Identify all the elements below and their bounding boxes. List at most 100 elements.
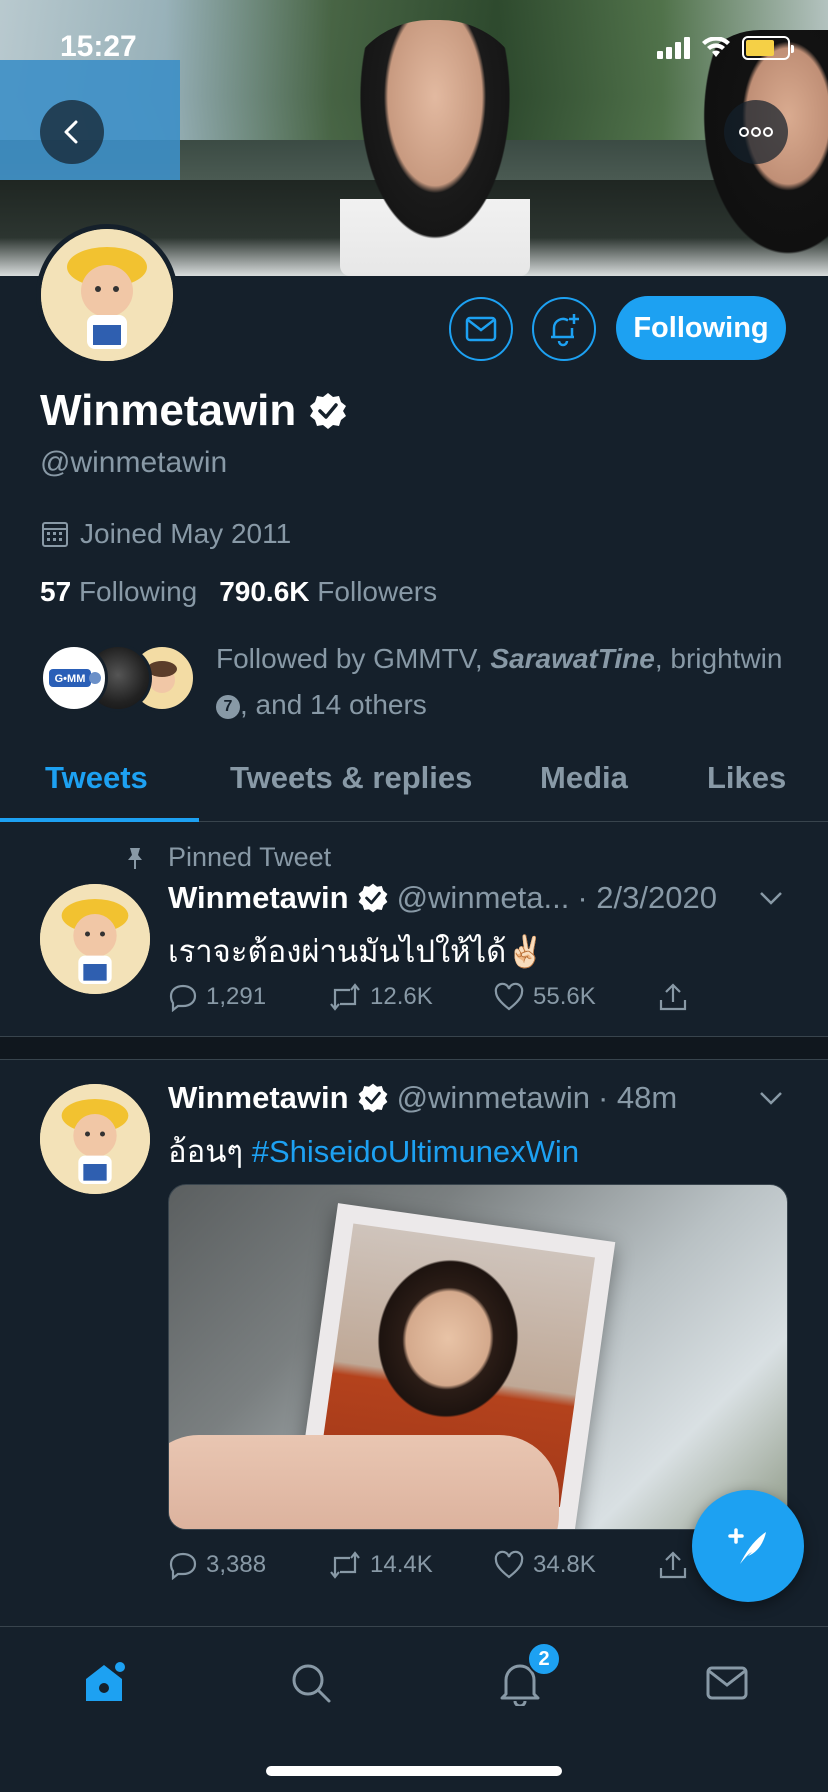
followed-by-prefix: Followed by GMMTV,	[216, 643, 491, 674]
compose-tweet-button[interactable]	[692, 1490, 804, 1602]
battery-icon	[742, 36, 794, 60]
tweet-text-body: อ้อนๆ	[168, 1134, 252, 1169]
tab-likes[interactable]: Likes	[707, 760, 786, 796]
retweet-icon	[330, 983, 360, 1011]
reply-count: 3,388	[206, 1551, 267, 1578]
pinned-text: Pinned Tweet	[168, 842, 332, 872]
verified-icon	[310, 393, 347, 429]
message-button[interactable]	[449, 297, 513, 361]
tweet-timestamp: · 48m	[598, 1080, 678, 1115]
tweet-header: Winmetawin @winmeta... · 2/3/2020	[168, 880, 788, 916]
search-icon	[292, 1664, 331, 1703]
followed-by-badge: 7	[216, 694, 240, 719]
status-icons	[657, 36, 794, 60]
notify-button[interactable]	[532, 297, 596, 361]
mail-icon	[706, 1666, 748, 1700]
pinned-tweet-label: Pinned Tweet	[122, 842, 331, 873]
signal-icon	[657, 37, 690, 59]
like-count: 34.8K	[533, 1551, 596, 1578]
profile-avatar[interactable]	[36, 224, 178, 366]
tweet-separator	[0, 1036, 828, 1060]
verified-icon	[358, 883, 387, 913]
mail-icon	[465, 316, 497, 342]
more-options-button[interactable]	[724, 100, 788, 164]
tweet-author-name[interactable]: Winmetawin	[168, 1080, 349, 1116]
follow-counts: 57 Following 790.6K Followers	[40, 576, 437, 608]
chevron-left-icon	[64, 120, 78, 144]
followers-label: Followers	[317, 576, 438, 607]
tab-tweets-replies[interactable]: Tweets & replies	[230, 760, 472, 796]
retweet-button[interactable]: 14.4K	[328, 1550, 433, 1580]
calendar-icon	[42, 522, 68, 547]
reply-icon	[169, 984, 197, 1012]
pin-icon	[128, 847, 142, 869]
follower-avatar-gmmtv: G•MM	[40, 644, 108, 712]
heart-icon	[494, 982, 524, 1011]
profile-handle: @winmetawin	[40, 446, 228, 479]
reply-button[interactable]: 3,388	[168, 1550, 266, 1580]
tweet-hashtag[interactable]: #ShiseidoUltimunexWin	[252, 1134, 579, 1169]
verified-icon	[358, 1083, 387, 1113]
followed-by-mid: , brightwin	[654, 643, 783, 674]
joined-date: Joined May 2011	[80, 518, 292, 549]
avatar-image	[41, 229, 173, 361]
profile-name-row: Winmetawin	[40, 386, 348, 436]
compose-feather-icon	[728, 1528, 766, 1564]
followed-by-text[interactable]: Followed by GMMTV, SarawatTine, brightwi…	[216, 636, 796, 728]
reply-icon	[169, 1552, 197, 1580]
wifi-icon	[702, 37, 730, 57]
retweet-count: 12.6K	[370, 983, 433, 1010]
notification-badge: 2	[527, 1642, 561, 1676]
tweet-text: อ้อนๆ #ShiseidoUltimunexWin	[168, 1126, 579, 1176]
home-indicator	[266, 1766, 562, 1776]
joined-row: Joined May 2011	[40, 518, 291, 550]
share-icon	[659, 983, 687, 1011]
retweet-icon	[330, 1551, 360, 1579]
followed-by-suffix: , and 14 others	[240, 689, 427, 720]
tweet-avatar-image	[40, 884, 150, 994]
heart-icon	[494, 1550, 524, 1579]
reply-count: 1,291	[206, 983, 267, 1010]
tweet-author-name[interactable]: Winmetawin	[168, 880, 349, 916]
active-tab-indicator	[0, 818, 199, 822]
tweet-author-handle[interactable]: @winmetawin	[397, 1080, 590, 1116]
share-button[interactable]	[658, 1550, 688, 1580]
tweet-avatar[interactable]	[40, 1084, 150, 1194]
like-button[interactable]: 55.6K	[493, 982, 596, 1012]
followed-by-italic-name: SarawatTine	[490, 643, 655, 674]
hand-shape	[169, 1435, 559, 1529]
more-horizontal-icon	[739, 127, 773, 137]
tweet-avatar[interactable]	[40, 884, 150, 994]
tweet-header: Winmetawin @winmetawin · 48m	[168, 1080, 788, 1116]
bell-plus-icon	[551, 314, 579, 347]
following-count: 57	[40, 576, 72, 607]
followers-count-link[interactable]: 790.6K Followers	[219, 576, 437, 608]
retweet-button[interactable]: 12.6K	[328, 982, 433, 1012]
status-time: 15:27	[60, 30, 137, 63]
like-count: 55.6K	[533, 983, 596, 1010]
following-count-link[interactable]: 57 Following	[40, 576, 197, 608]
following-button[interactable]: Following	[616, 296, 786, 360]
reply-button[interactable]: 1,291	[168, 982, 266, 1012]
profile-tabs: Tweets Tweets & replies Media Likes	[0, 740, 828, 822]
tweet-timestamp: · 2/3/2020	[577, 880, 717, 915]
tab-media[interactable]: Media	[540, 760, 628, 796]
profile-name: Winmetawin	[40, 386, 297, 435]
followed-by-avatars[interactable]: G•MM	[40, 644, 200, 714]
chevron-down-icon[interactable]	[758, 890, 784, 906]
followers-count: 790.6K	[219, 576, 310, 607]
home-icon	[86, 1662, 125, 1701]
status-bar: 15:27	[0, 0, 828, 100]
back-button[interactable]	[40, 100, 104, 164]
share-button[interactable]	[658, 982, 688, 1012]
tab-tweets[interactable]: Tweets	[45, 760, 148, 796]
nav-home[interactable]	[74, 1653, 134, 1713]
nav-messages[interactable]	[697, 1653, 757, 1713]
chevron-down-icon[interactable]	[758, 1090, 784, 1106]
following-label: Following	[78, 576, 198, 607]
tweet-text: เราจะต้องผ่านมันไปให้ได้✌🏻	[168, 934, 545, 969]
nav-search[interactable]	[281, 1653, 341, 1713]
tweet-media-image[interactable]	[168, 1184, 788, 1530]
tweet-author-handle[interactable]: @winmeta...	[397, 880, 570, 916]
like-button[interactable]: 34.8K	[493, 1550, 596, 1580]
